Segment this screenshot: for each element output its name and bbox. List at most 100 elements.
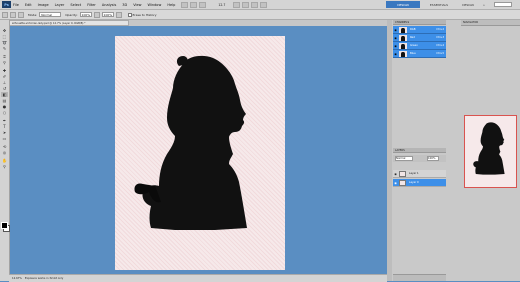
photoshop-window: Ps File Edit Image Layer Select Filter A…	[0, 0, 520, 282]
channel-shortcut: Ctrl+5	[436, 52, 444, 55]
channel-name: RGB	[410, 28, 416, 31]
menu-image[interactable]: Image	[38, 3, 49, 7]
document-tab[interactable]: silhouette-victorian-lady.psd @ 12.7% (L…	[9, 20, 129, 26]
layer-name[interactable]: Layer 1	[409, 172, 419, 175]
navigator-silhouette-preview	[473, 122, 505, 175]
channel-row-green[interactable]: ◉ Green Ctrl+4	[393, 42, 446, 50]
visibility-eye-icon[interactable]: ◉	[393, 27, 398, 33]
mode-select[interactable]: Normal	[39, 12, 62, 17]
app-logo: Ps	[2, 1, 11, 8]
move-tool-icon[interactable]: ✥	[1, 28, 8, 33]
visibility-eye-icon[interactable]: ◉	[393, 43, 398, 49]
tool-preset-picker[interactable]	[2, 11, 8, 18]
brush-tool-icon[interactable]: ✐	[1, 74, 8, 79]
silhouette-figure	[134, 55, 247, 231]
foreground-color-swatch[interactable]	[1, 222, 8, 229]
menu-analysis[interactable]: Analysis	[102, 3, 116, 7]
channel-thumbnail	[399, 26, 407, 33]
quick-select-tool-icon[interactable]: ✎	[1, 46, 8, 51]
menu-filter[interactable]: Filter	[87, 3, 96, 7]
minibridge-button[interactable]	[190, 1, 198, 8]
zoom-level[interactable]: 12.7	[218, 3, 225, 7]
tools-panel: ✥ ⬚ ➰ ✎ ⌗ ⚲ ✚ ✐ ⊥ ↺ ◧ ▤ ● ○ ✒ T ➤ ▭ ⟲ ◎ …	[0, 20, 10, 281]
cs-live-field[interactable]	[494, 2, 512, 7]
marquee-tool-icon[interactable]: ⬚	[1, 34, 8, 39]
menu-file[interactable]: File	[13, 3, 19, 7]
panel-icons-column	[387, 20, 392, 281]
pressure-opacity-button[interactable]	[93, 11, 100, 18]
lasso-tool-icon[interactable]: ➰	[1, 40, 8, 45]
blend-mode-select[interactable]: Normal	[395, 156, 413, 161]
silhouette-shape	[142, 55, 247, 231]
flow-field[interactable]: 100%	[101, 12, 114, 17]
layers-panel-header[interactable]: LAYERS	[393, 148, 446, 153]
opacity-label: Opacity:	[65, 12, 78, 17]
3d-orbit-tool-icon[interactable]: ◎	[1, 150, 8, 155]
visibility-eye-icon[interactable]: ◉	[393, 172, 398, 176]
workspace-active[interactable]: DESIGN	[386, 1, 420, 8]
menu-layer[interactable]: Layer	[55, 3, 65, 7]
type-tool-icon[interactable]: T	[1, 124, 8, 129]
channel-shortcut: Ctrl+4	[436, 44, 444, 47]
rotate-view-button[interactable]	[242, 1, 250, 8]
layer-thumbnail	[399, 179, 406, 186]
mode-label: Mode:	[28, 12, 38, 17]
hand-tool-icon[interactable]: ✋	[1, 158, 8, 163]
workspace-essentials[interactable]: ESSENTIALS	[424, 1, 454, 8]
channel-name: Green	[410, 44, 418, 47]
bridge-button[interactable]	[181, 1, 189, 8]
gradient-tool-icon[interactable]: ▤	[1, 98, 8, 103]
menu-select[interactable]: Select	[70, 3, 81, 7]
channel-thumbnail	[399, 50, 407, 57]
menu-view[interactable]: View	[133, 3, 141, 7]
menu-edit[interactable]: Edit	[25, 3, 32, 7]
menu-window[interactable]: Window	[148, 3, 162, 7]
channel-row-rgb[interactable]: ◉ RGB Ctrl+2	[393, 26, 446, 34]
blur-tool-icon[interactable]: ●	[1, 104, 8, 109]
workspace-more[interactable]: »	[483, 1, 485, 8]
screen-mode-button[interactable]	[260, 1, 268, 8]
visibility-eye-icon[interactable]: ◉	[393, 181, 398, 185]
navigator-thumbnail[interactable]	[464, 115, 517, 188]
hand-view-button[interactable]	[233, 1, 241, 8]
erase-to-history-checkbox[interactable]	[127, 12, 132, 17]
layer-name[interactable]: Layer 0	[409, 181, 419, 184]
dodge-tool-icon[interactable]: ○	[1, 110, 8, 115]
pen-tool-icon[interactable]: ✒	[1, 118, 8, 123]
eyedropper-tool-icon[interactable]: ⚲	[1, 60, 8, 65]
layer-row-layer-1[interactable]: ◉ Layer 1	[393, 170, 446, 178]
visibility-eye-icon[interactable]: ◉	[393, 35, 398, 41]
status-zoom[interactable]: 12.67%	[12, 277, 22, 280]
eraser-tool-icon[interactable]: ◧	[1, 92, 8, 97]
options-bar: Mode: Normal Opacity: 100% 100% Erase to…	[0, 10, 520, 20]
3d-rotate-tool-icon[interactable]: ⟲	[1, 144, 8, 149]
zoom-tool-icon[interactable]: ⚲	[1, 164, 8, 169]
arrange-documents-button[interactable]	[251, 1, 259, 8]
layer-opacity-field[interactable]: 100%	[427, 156, 439, 161]
history-brush-tool-icon[interactable]: ↺	[1, 86, 8, 91]
crop-tool-icon[interactable]: ⌗	[1, 54, 8, 59]
brush-panel-toggle[interactable]	[18, 11, 24, 18]
channel-row-red[interactable]: ◉ Red Ctrl+3	[393, 34, 446, 42]
extras-button[interactable]	[199, 1, 207, 8]
layers-options-row: Normal 100%	[393, 155, 446, 162]
workspace-design[interactable]: DESIGN	[456, 1, 480, 8]
visibility-eye-icon[interactable]: ◉	[393, 51, 398, 57]
channel-row-blue[interactable]: ◉ Blue Ctrl+5	[393, 50, 446, 58]
layers-footer-toolbar	[393, 274, 446, 281]
airbrush-button[interactable]	[115, 11, 122, 18]
channels-panel-header[interactable]: CHANNELS	[393, 20, 446, 25]
clone-stamp-tool-icon[interactable]: ⊥	[1, 80, 8, 85]
opacity-field[interactable]: 100%	[79, 12, 92, 17]
menu-help[interactable]: Help	[167, 3, 175, 7]
path-select-tool-icon[interactable]: ➤	[1, 130, 8, 135]
shape-tool-icon[interactable]: ▭	[1, 136, 8, 141]
channel-shortcut: Ctrl+3	[436, 36, 444, 39]
channel-name: Red	[410, 36, 415, 39]
layer-row-layer-0[interactable]: ◉ Layer 0	[393, 179, 446, 187]
menu-3d[interactable]: 3D	[122, 3, 127, 7]
status-info: Exposure works in 32-bit only	[24, 277, 64, 280]
document-canvas[interactable]	[115, 36, 285, 270]
brush-picker[interactable]	[10, 11, 16, 18]
healing-tool-icon[interactable]: ✚	[1, 68, 8, 73]
